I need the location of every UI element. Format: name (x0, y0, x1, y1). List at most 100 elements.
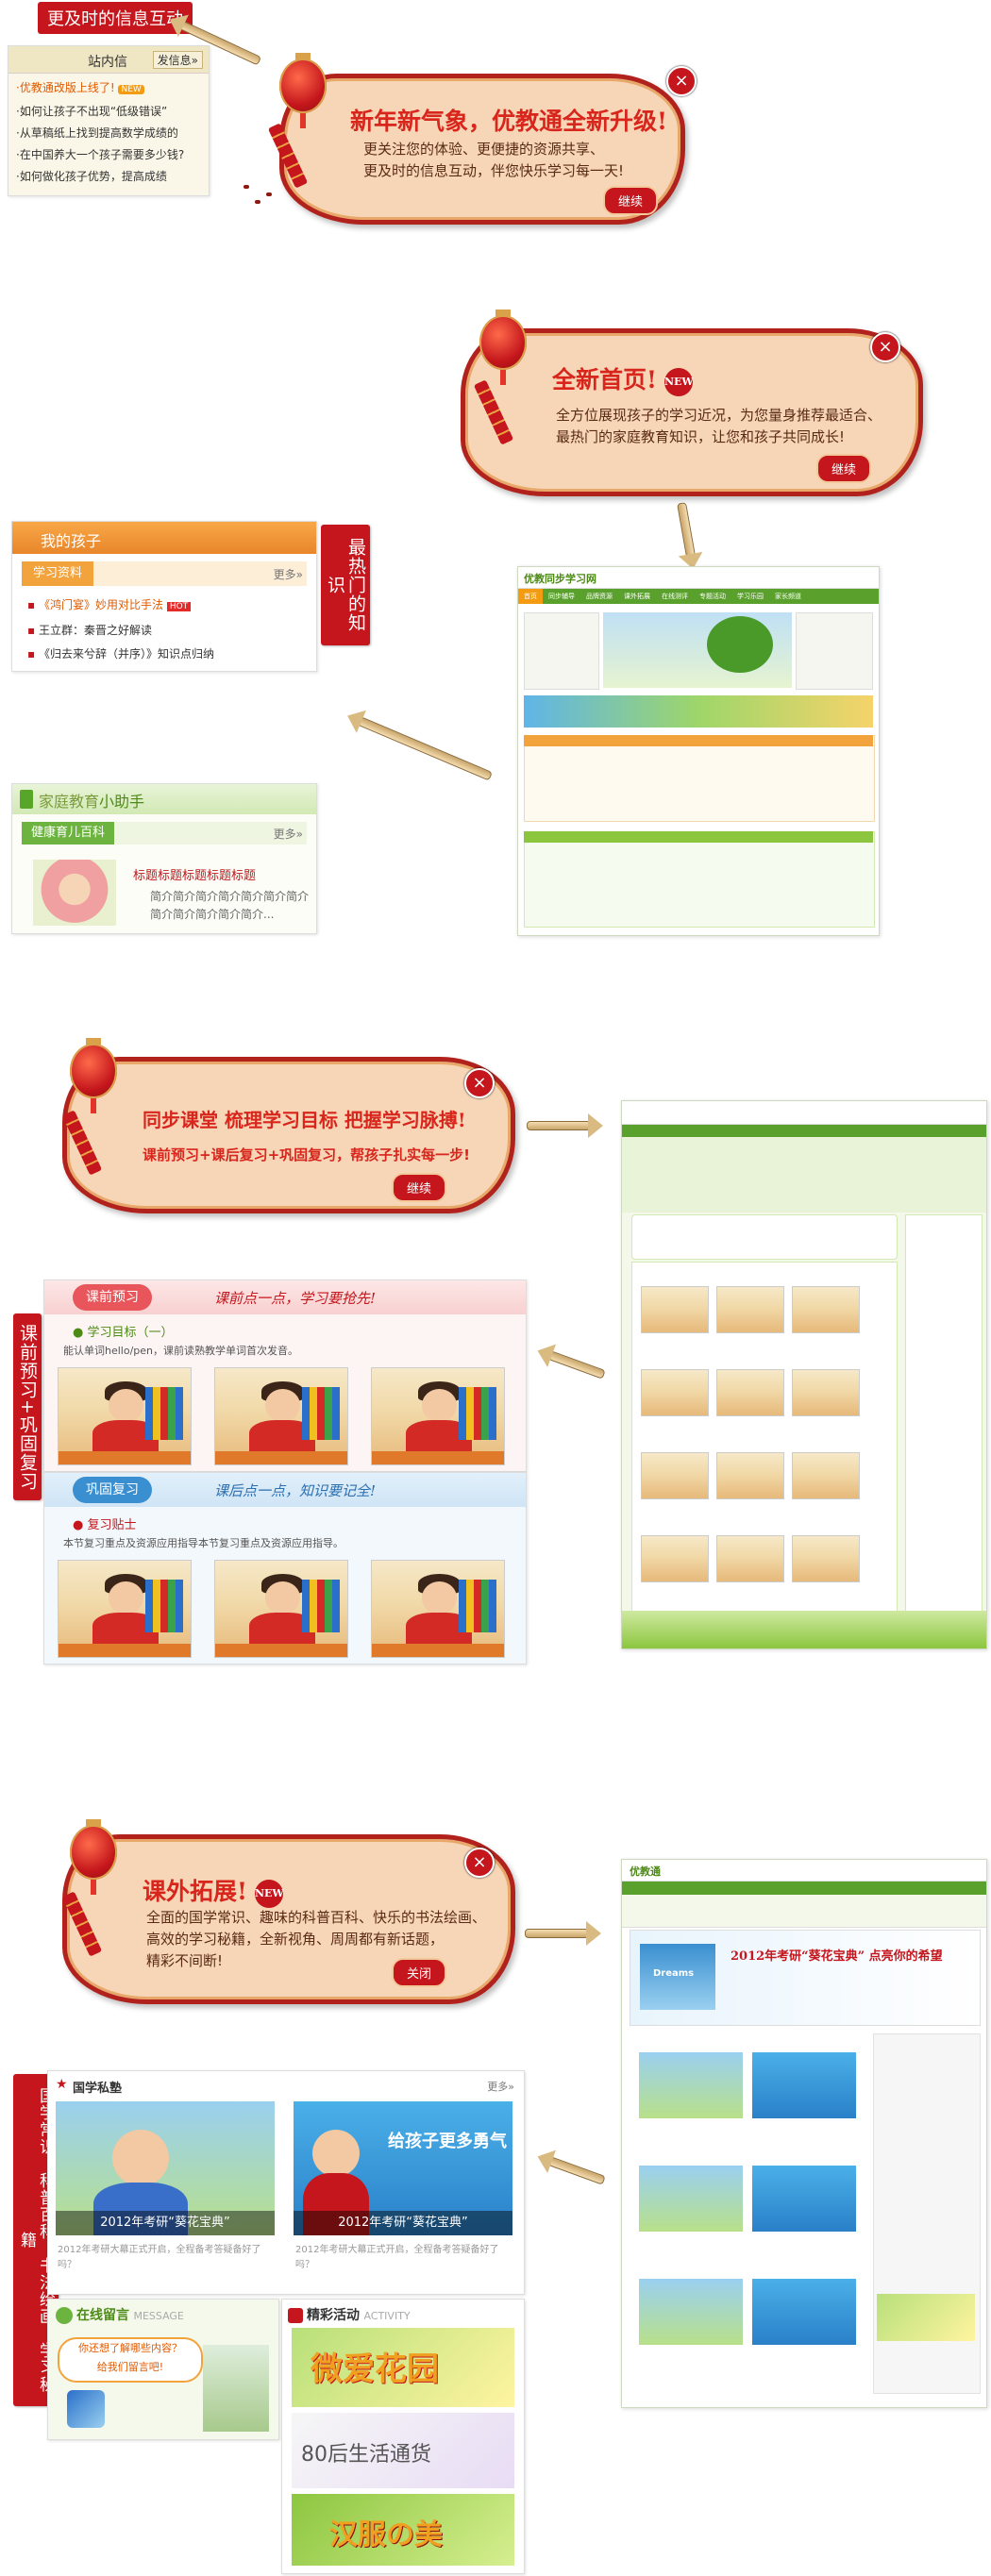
guoxue-image-left[interactable]: 2012年考研“葵花宝典” (56, 2101, 275, 2235)
close-icon[interactable]: × (464, 1848, 495, 1878)
lesson-thumbnail[interactable] (58, 1367, 192, 1465)
mailbox-title: 站内信 (88, 55, 127, 70)
review-desc: 本节复习重点及资源应用指导本节复习重点及资源应用指导。 (63, 1537, 344, 1549)
arrow-pointer (547, 2156, 606, 2185)
more-link[interactable]: 更多» (487, 2079, 514, 2094)
close-icon[interactable]: × (464, 1068, 495, 1098)
preview-desc: 能认单词hello/pen，课前读熟教学单词首次发音。 (63, 1345, 299, 1357)
bubble-title: 同步课堂 梳理学习目标 把握学习脉搏! (143, 1109, 466, 1131)
family-helper-panel: 家庭教育小助手 健康育儿百科 更多» 标题标题标题标题标题 简介简介简介简介简介… (11, 783, 317, 934)
helper-headline[interactable]: 标题标题标题标题标题 (133, 865, 256, 883)
lantern-icon (70, 1038, 117, 1113)
guoxue-image-right[interactable]: 给孩子更多勇气 2012年考研“葵花宝典” (294, 2101, 512, 2235)
kids-photo (203, 2345, 269, 2432)
helper-title: 家庭教育小助手 (39, 793, 145, 811)
mailbox-panel: 站内信 发信息» ·优教通改版上线了! NEW ·如何让孩子不出现“低级错误” … (8, 45, 210, 196)
banner-title: 2012年考研“葵花宝典” 点亮你的希望 (731, 1949, 943, 1964)
tab-health-wiki[interactable]: 健康育儿百科 (22, 822, 115, 845)
mailbox-item[interactable]: ·如何让孩子不出现“低级错误” (16, 101, 201, 123)
preview-panel: 课前预习 课前点一点，学习要抢先! ● 学习目标（一） 能认单词hello/pe… (43, 1280, 527, 1472)
mailbox-item[interactable]: ·在中国养大一个孩子需要多少钱? (16, 144, 201, 166)
lesson-thumbnail[interactable] (214, 1367, 348, 1465)
send-message-button[interactable]: 发信息» (152, 51, 203, 69)
activity-panel: 精彩活动 ACTIVITY 微爱花园 80后生活通货 汉服の美 (281, 2299, 525, 2574)
pencil-icon (67, 2390, 105, 2428)
sync-class-bubble: 同步课堂 梳理学习目标 把握学习脉搏! 课前预习+课后复习+巩固复习，帮孩子扎实… (62, 1057, 515, 1213)
lesson-thumbnail[interactable] (214, 1560, 348, 1658)
guoxue-panel: ★ 国学私塾 更多» 2012年考研“葵花宝典” 给孩子更多勇气 2012年考研… (47, 2070, 525, 2295)
arrow-pointer (357, 716, 493, 781)
bubble-title: 新年新气象，优教通全新升级! (350, 108, 667, 135)
more-link[interactable]: 更多» (274, 826, 303, 842)
lantern-icon (279, 53, 327, 128)
section-label-preview: 课前预习+巩固复习 (13, 1313, 42, 1500)
bubble-text: 全方位展现孩子的学习近况，为您量身推荐最适合、 最热门的家庭教育知识，让您和孩子… (556, 407, 882, 445)
image-caption: 2012年考研“葵花宝典” (294, 2211, 512, 2235)
arrow-pointer (527, 1113, 603, 1138)
mailbox-item[interactable]: ·如何做化孩子优势，提高成绩 (16, 166, 201, 188)
gift-icon (288, 2308, 303, 2323)
continue-button[interactable]: 继续 (816, 454, 872, 483)
list-item[interactable]: ▪ 《归去来兮辞（并序）》知识点归纳 (27, 643, 301, 666)
message-icon (56, 2307, 73, 2324)
bubble-title: 全新首页! NEW (552, 361, 694, 396)
my-child-panel: 我的孩子 学习资料 更多» ▪ 《鸿门宴》妙用对比手法 HOT ▪ 王立群：秦晋… (11, 521, 317, 672)
banner-text: 给孩子更多勇气 (388, 2132, 507, 2151)
extension-screenshot: 优教通 Dreams 2012年考研“葵花宝典” 点亮你的希望 (621, 1859, 987, 2408)
brand-logo: 优教同步学习网 (524, 573, 596, 585)
lesson-thumbnail[interactable] (371, 1367, 505, 1465)
lesson-thumbnail[interactable] (58, 1560, 192, 1658)
mailbox-item[interactable]: ·优教通改版上线了! NEW (16, 77, 201, 101)
tree-image (707, 616, 773, 673)
lantern-icon (479, 309, 527, 385)
mailbox-item[interactable]: ·从草稿纸上找到提高数学成绩的 (16, 123, 201, 144)
lantern-icon (70, 1819, 117, 1895)
activity-banner[interactable]: 汉服の美 (292, 2494, 514, 2566)
baby-photo (33, 860, 116, 926)
review-panel: 巩固复习 课后点一点，知识要记全! ● 复习贴士 本节复习重点及资源应用指导本节… (43, 1472, 527, 1664)
arrow-pointer (525, 1921, 601, 1946)
arrow-pointer (677, 502, 696, 558)
hero-banner: Dreams 2012年考研“葵花宝典” 点亮你的希望 (630, 1930, 981, 2026)
activity-banner[interactable]: 80后生活通货 (292, 2413, 514, 2488)
more-link[interactable]: 更多» (274, 566, 303, 582)
my-child-title: 我的孩子 (41, 532, 102, 550)
sync-class-screenshot (621, 1100, 987, 1649)
message-bubble[interactable]: 你还想了解哪些内容？ 给我们留言吧! (58, 2337, 203, 2383)
guoxue-title: 国学私塾 (73, 2082, 123, 2096)
section-label-hot: 最热门的知识 (321, 525, 370, 645)
homepage-screenshot: 优教同步学习网 首页 同步辅导 品牌资源 课外拓展 在线测评 专题活动 学习乐园… (517, 566, 880, 936)
promo-strip (524, 695, 873, 728)
preview-heading: ● 学习目标（一） (73, 1326, 174, 1340)
bubble-title: 课外拓展! NEW (143, 1873, 284, 1908)
image-caption: 2012年考研“葵花宝典” (56, 2211, 275, 2235)
mailbox-header: 站内信 发信息» (8, 46, 209, 74)
message-panel: 在线留言 MESSAGE 你还想了解哪些内容？ 给我们留言吧! (47, 2299, 279, 2440)
star-icon: ★ (56, 2077, 68, 2092)
arrow-pointer (547, 1350, 606, 1380)
list-item[interactable]: ▪ 王立群：秦晋之好解读 (27, 619, 301, 643)
tab-preview[interactable]: 课前预习 (73, 1284, 152, 1311)
close-icon[interactable]: × (666, 66, 697, 96)
hot-badge: HOT (166, 602, 192, 611)
upgrade-bubble: 新年新气象，优教通全新升级! 更关注您的体验、更便捷的资源共享、 更及时的信息互… (279, 74, 685, 225)
dreams-label: Dreams (653, 1968, 695, 1979)
activity-title: 精彩活动 ACTIVITY (288, 2305, 411, 2324)
preview-slogan: 课前点一点，学习要抢先! (214, 1290, 377, 1307)
new-badge: NEW (118, 85, 144, 94)
list-item[interactable]: ▪ 《鸿门宴》妙用对比手法 HOT (27, 594, 301, 619)
new-badge: NEW (663, 367, 694, 396)
close-button[interactable]: 关闭 (392, 1958, 447, 1987)
activity-banner[interactable]: 微爱花园 (292, 2328, 514, 2407)
tab-study-material[interactable]: 学习资料 (22, 561, 94, 586)
close-icon[interactable]: × (870, 332, 900, 362)
bubble-subtitle: 课前预习+课后复习+巩固复习，帮孩子扎实每一步! (143, 1146, 470, 1163)
continue-button[interactable]: 继续 (392, 1173, 447, 1202)
continue-button[interactable]: 继续 (603, 186, 659, 215)
lesson-thumbnail[interactable] (371, 1560, 505, 1658)
homepage-bubble: 全新首页! NEW 全方位展现孩子的学习近况，为您量身推荐最适合、 最热门的家庭教… (461, 328, 923, 496)
review-heading: ● 复习贴士 (73, 1518, 137, 1532)
extension-bubble: 课外拓展! NEW 全面的国学常识、趣味的科普百科、快乐的书法绘画、 高效的学习秘… (62, 1834, 515, 2004)
tab-review[interactable]: 巩固复习 (73, 1477, 152, 1503)
book-icon (20, 790, 33, 809)
